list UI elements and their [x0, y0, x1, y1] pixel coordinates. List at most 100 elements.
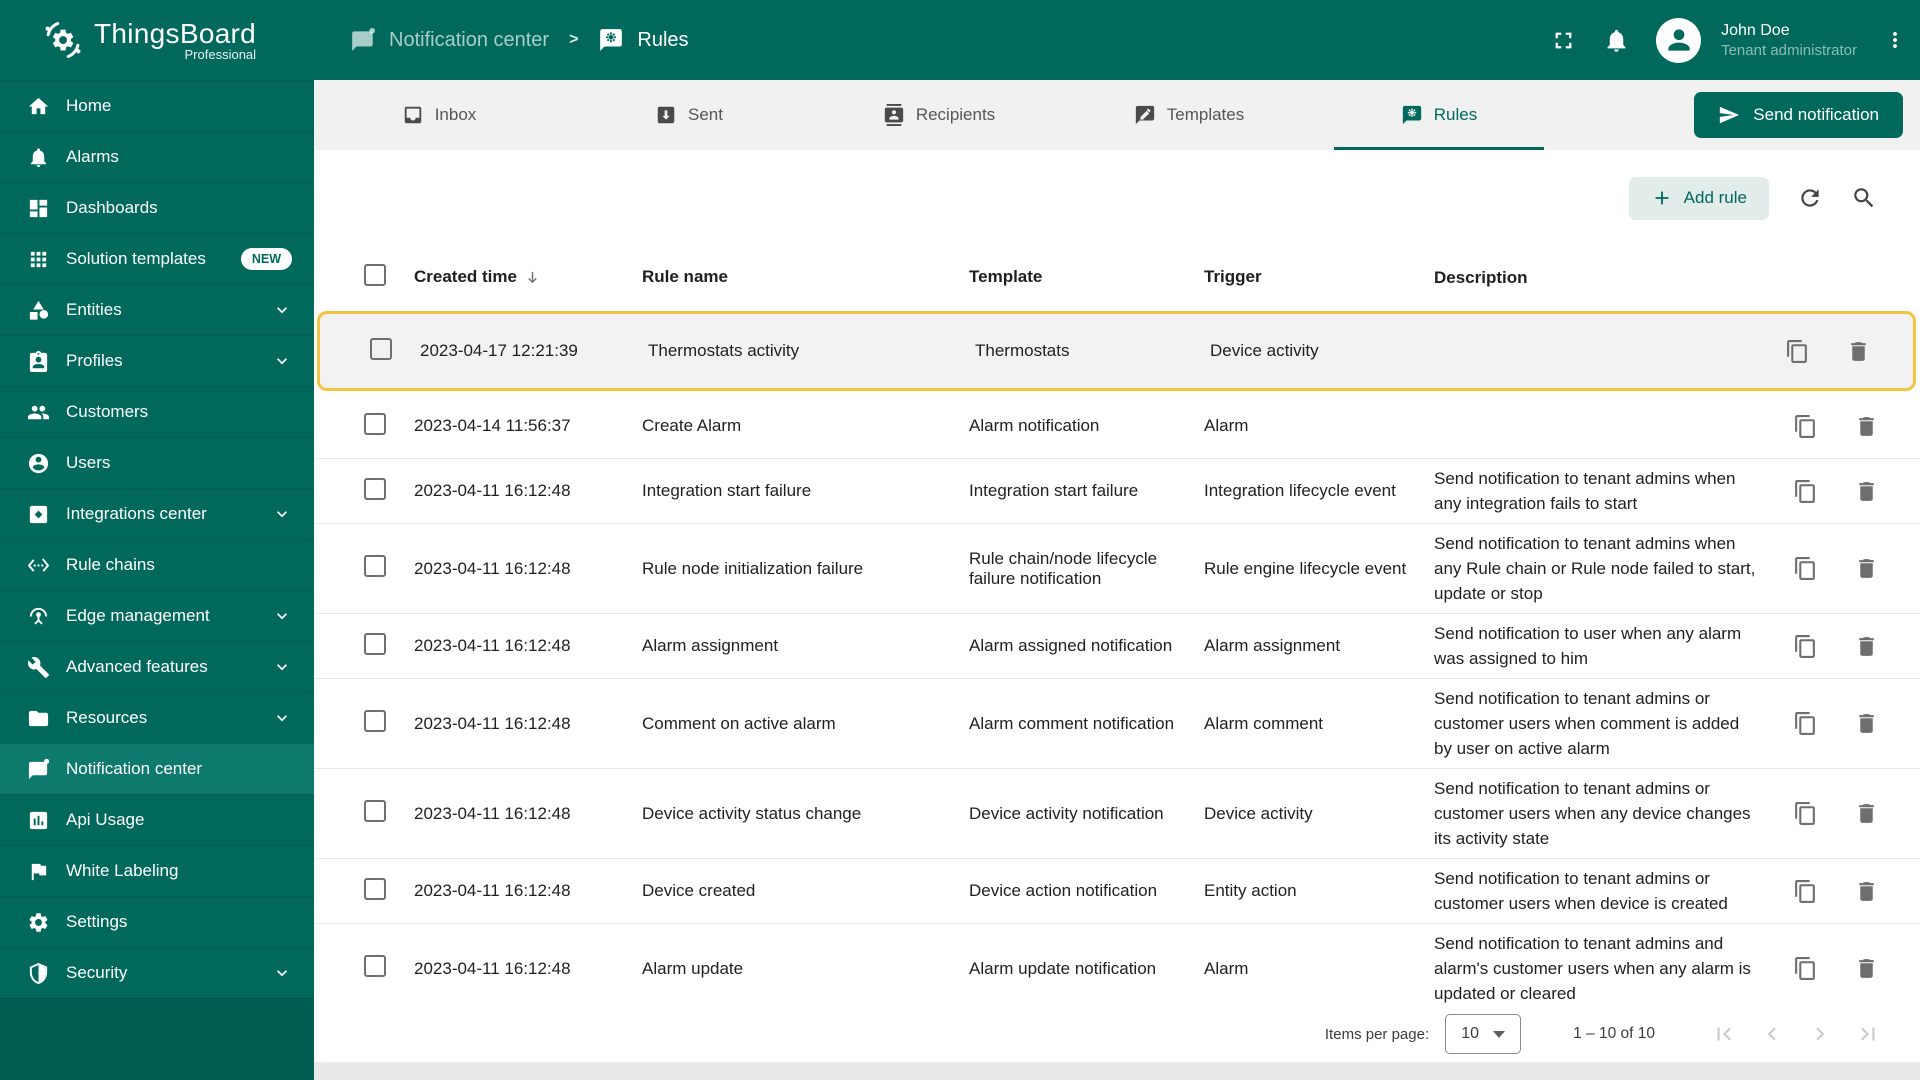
tab-inbox[interactable]: Inbox: [314, 80, 564, 150]
templates-icon: [1134, 104, 1156, 126]
copy-icon[interactable]: [1793, 711, 1818, 736]
tab-sent[interactable]: Sent: [564, 80, 814, 150]
breadcrumb-rules[interactable]: Rules: [598, 27, 689, 53]
row-checkbox[interactable]: [364, 632, 386, 655]
sidebar-item-profiles[interactable]: Profiles: [0, 335, 314, 386]
delete-icon[interactable]: [1854, 956, 1879, 981]
bell-icon[interactable]: [1603, 27, 1630, 54]
copy-icon[interactable]: [1793, 879, 1818, 904]
copy-icon[interactable]: [1793, 801, 1818, 826]
prev-page-icon[interactable]: [1759, 1021, 1785, 1047]
table-row[interactable]: 2023-04-11 16:12:48 Rule node initializa…: [314, 524, 1920, 614]
sidebar-item-advanced-features[interactable]: Advanced features: [0, 641, 314, 692]
row-checkbox[interactable]: [364, 477, 386, 500]
select-all-checkbox[interactable]: [364, 263, 386, 286]
sidebar-item-rule-chains[interactable]: Rule chains: [0, 539, 314, 590]
cell-trigger: Integration lifecycle event: [1204, 481, 1396, 500]
row-checkbox[interactable]: [364, 955, 386, 977]
table-row[interactable]: 2023-04-11 16:12:48 Device activity stat…: [314, 769, 1920, 859]
cell-created-time: 2023-04-11 16:12:48: [414, 558, 571, 578]
sidebar-item-home[interactable]: Home: [0, 80, 314, 131]
copy-icon[interactable]: [1793, 479, 1818, 504]
delete-icon[interactable]: [1854, 556, 1879, 581]
table-row[interactable]: 2023-04-17 12:21:39 Thermostats activity…: [317, 311, 1916, 391]
delete-icon[interactable]: [1846, 339, 1871, 364]
cell-trigger: Device activity: [1204, 803, 1313, 823]
search-icon[interactable]: [1851, 185, 1877, 211]
sidebar-item-alarms[interactable]: Alarms: [0, 131, 314, 182]
avatar[interactable]: [1656, 17, 1702, 63]
copy-icon[interactable]: [1793, 414, 1818, 439]
white-label-icon: [27, 860, 50, 883]
delete-icon[interactable]: [1854, 479, 1879, 504]
delete-icon[interactable]: [1854, 879, 1879, 904]
delete-icon[interactable]: [1854, 801, 1879, 826]
sidebar-filler: [0, 998, 314, 1080]
copy-icon[interactable]: [1793, 556, 1818, 581]
api-icon: [27, 809, 50, 832]
sidebar-item-security[interactable]: Security: [0, 947, 314, 998]
next-page-icon[interactable]: [1807, 1021, 1833, 1047]
row-checkbox[interactable]: [370, 337, 392, 360]
delete-icon[interactable]: [1854, 711, 1879, 736]
cell-description: Send notification to tenant admins when …: [1434, 469, 1736, 513]
copy-icon[interactable]: [1785, 339, 1810, 364]
first-page-icon[interactable]: [1711, 1021, 1737, 1047]
sidebar-item-users[interactable]: Users: [0, 437, 314, 488]
sidebar-item-integrations-center[interactable]: Integrations center: [0, 488, 314, 539]
breadcrumb-label: Notification center: [389, 28, 550, 51]
cell-created-time: 2023-04-17 12:21:39: [420, 341, 578, 360]
cell-created-time: 2023-04-11 16:12:48: [414, 803, 571, 823]
items-per-page-select[interactable]: 10: [1445, 1014, 1522, 1054]
column-header-created-time[interactable]: Created time: [414, 267, 642, 287]
cell-rule-name: Create Alarm: [642, 416, 742, 435]
bell-icon: [27, 146, 50, 169]
table-row[interactable]: 2023-04-11 16:12:48 Device created Devic…: [314, 859, 1920, 924]
send-notification-button[interactable]: Send notification: [1694, 92, 1903, 138]
sidebar-item-white-labeling[interactable]: White Labeling: [0, 845, 314, 896]
row-checkbox[interactable]: [364, 710, 386, 732]
sidebar-item-entities[interactable]: Entities: [0, 284, 314, 335]
column-header-description[interactable]: Description: [1434, 265, 1779, 290]
column-header-rule-name[interactable]: Rule name: [642, 267, 969, 287]
tab-rules[interactable]: Rules: [1314, 80, 1564, 150]
integrations-icon: [27, 503, 50, 526]
table-row[interactable]: 2023-04-11 16:12:48 Comment on active al…: [314, 679, 1920, 769]
fullscreen-icon[interactable]: [1550, 27, 1577, 54]
delete-icon[interactable]: [1854, 414, 1879, 439]
app-logo[interactable]: ThingsBoard Professional: [0, 0, 314, 80]
table-row[interactable]: 2023-04-11 16:12:48 Alarm update Alarm u…: [314, 924, 1920, 1006]
column-header-template[interactable]: Template: [969, 267, 1204, 287]
refresh-icon[interactable]: [1797, 185, 1823, 211]
row-checkbox[interactable]: [364, 800, 386, 822]
sidebar-item-customers[interactable]: Customers: [0, 386, 314, 437]
sidebar-item-settings[interactable]: Settings: [0, 896, 314, 947]
sidebar-item-edge-management[interactable]: Edge management: [0, 590, 314, 641]
delete-icon[interactable]: [1854, 634, 1879, 659]
cell-trigger: Device activity: [1210, 341, 1319, 360]
tab-templates[interactable]: Templates: [1064, 80, 1314, 150]
table-row[interactable]: 2023-04-14 11:56:37 Create Alarm Alarm n…: [314, 394, 1920, 459]
sidebar-item-api-usage[interactable]: Api Usage: [0, 794, 314, 845]
tab-recipients[interactable]: Recipients: [814, 80, 1064, 150]
table-row[interactable]: 2023-04-11 16:12:48 Integration start fa…: [314, 459, 1920, 524]
table-row[interactable]: 2023-04-11 16:12:48 Alarm assignment Ala…: [314, 614, 1920, 679]
copy-icon[interactable]: [1793, 634, 1818, 659]
column-header-trigger[interactable]: Trigger: [1204, 267, 1434, 287]
sidebar-item-notification-center[interactable]: Notification center: [0, 743, 314, 794]
row-checkbox[interactable]: [364, 412, 386, 435]
kebab-menu-icon[interactable]: [1883, 28, 1907, 52]
sidebar-item-solution-templates[interactable]: Solution templates NEW: [0, 233, 314, 284]
cell-rule-name: Rule node initialization failure: [642, 558, 864, 578]
cell-created-time: 2023-04-14 11:56:37: [414, 416, 571, 435]
row-checkbox[interactable]: [364, 877, 386, 900]
add-rule-button[interactable]: Add rule: [1628, 176, 1769, 220]
sidebar-item-dashboards[interactable]: Dashboards: [0, 182, 314, 233]
last-page-icon[interactable]: [1855, 1021, 1881, 1047]
breadcrumb-notification-center[interactable]: Notification center: [350, 27, 549, 53]
row-checkbox[interactable]: [364, 555, 386, 577]
sidebar-item-resources[interactable]: Resources: [0, 692, 314, 743]
cell-description: Send notification to tenant admins or cu…: [1434, 689, 1740, 758]
table-header: Created time Rule name Template Trigger …: [314, 246, 1920, 308]
copy-icon[interactable]: [1793, 956, 1818, 981]
